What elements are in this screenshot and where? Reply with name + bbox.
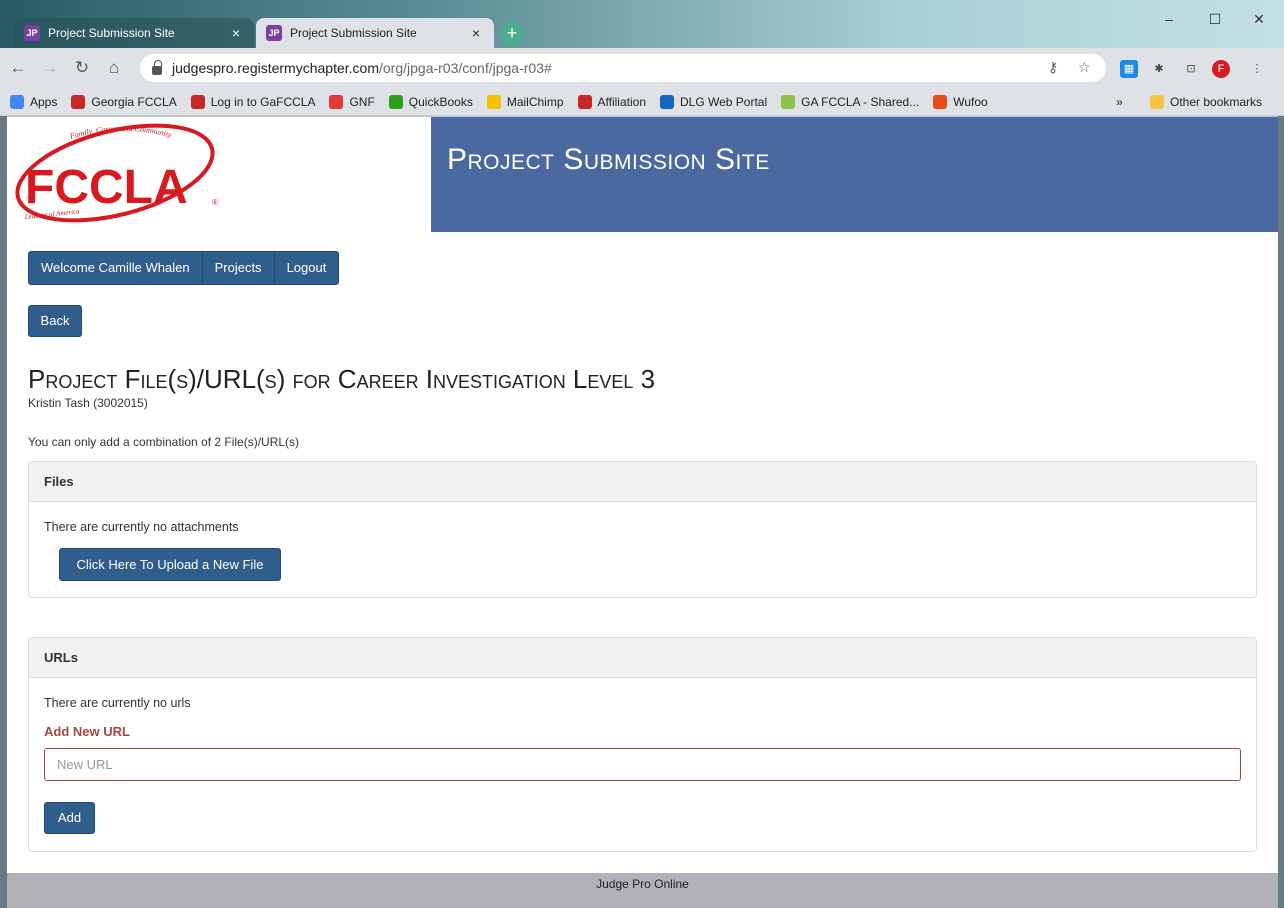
home-icon[interactable]: ⌂ <box>100 58 128 78</box>
bookmark-item[interactable]: Affiliation <box>577 94 646 109</box>
urls-panel-body: There are currently no urls Add New URL … <box>29 678 1256 834</box>
fccla-logo-icon: Family, Career and Community FCCLA Leade… <box>15 123 218 223</box>
tab-title: Project Submission Site <box>48 26 175 40</box>
tab-close-icon[interactable]: × <box>468 25 484 41</box>
fccla-icon <box>71 94 86 109</box>
tab-close-icon[interactable]: × <box>228 25 244 41</box>
bookmark-label: Log in to GaFCCLA <box>210 94 316 109</box>
drive-icon <box>781 94 796 109</box>
bookmark-item[interactable]: MailChimp <box>486 94 564 109</box>
fccla-icon <box>577 94 592 109</box>
url-path: /org/jpga-r03/conf/jpga-r03# <box>379 60 552 76</box>
files-panel: Files There are currently no attachments… <box>28 461 1257 598</box>
limit-note: You can only add a combination of 2 File… <box>28 435 300 449</box>
browser-toolbar: ← → ↻ ⌂ judgespro.registermychapter.com /… <box>0 48 1284 88</box>
wufoo-icon <box>933 94 948 109</box>
files-panel-heading: Files <box>29 462 1256 502</box>
folder-icon <box>1150 95 1164 109</box>
tab-project-submission-2[interactable]: JP Project Submission Site × <box>256 18 494 48</box>
logo-text: FCCLA <box>25 161 188 214</box>
minimize-button[interactable]: – <box>1146 8 1192 32</box>
site-title: Project Submission Site <box>447 143 770 176</box>
bookmark-label: Apps <box>30 94 58 109</box>
cast-icon[interactable]: ⊡ <box>1182 60 1200 78</box>
bookmark-label: GNF <box>349 94 375 109</box>
quickbooks-icon <box>388 94 403 109</box>
bookmark-item[interactable]: GNF <box>329 94 375 109</box>
page-content: Family, Career and Community FCCLA Leade… <box>7 117 1278 874</box>
back-button[interactable]: Back <box>28 305 82 337</box>
close-window-button[interactable]: ✕ <box>1236 8 1282 32</box>
bookmark-item[interactable]: Wufoo <box>933 94 988 109</box>
bookmark-label: GA FCCLA - Shared... <box>801 94 920 109</box>
more-bookmarks-button[interactable]: » <box>1116 88 1123 116</box>
new-url-input[interactable] <box>44 748 1241 781</box>
maximize-button[interactable]: ☐ <box>1192 8 1238 32</box>
bookmark-label: Georgia FCCLA <box>91 94 177 109</box>
no-urls-text: There are currently no urls <box>44 696 191 710</box>
site-favicon-icon: JP <box>24 25 40 41</box>
bookmark-label: QuickBooks <box>408 94 473 109</box>
bookmark-item[interactable]: QuickBooks <box>388 94 473 109</box>
new-tab-button[interactable]: + <box>500 22 524 46</box>
site-favicon-icon: JP <box>266 25 282 41</box>
forward-arrow-icon[interactable]: → <box>36 58 64 78</box>
upload-file-button[interactable]: Click Here To Upload a New File <box>59 548 281 581</box>
extensions-puzzle-icon[interactable]: ✱ <box>1150 60 1168 78</box>
key-icon[interactable]: ⚷ <box>1048 59 1058 76</box>
apps-grid-icon <box>10 94 24 109</box>
bookmark-item[interactable]: Apps <box>10 94 58 109</box>
reload-icon[interactable]: ↻ <box>68 58 96 78</box>
footer: Judge Pro Online <box>7 873 1278 908</box>
menu-kebab-icon[interactable]: ⋮ <box>1248 60 1266 78</box>
nav-welcome[interactable]: Welcome Camille Whalen <box>29 252 203 284</box>
bookmark-item[interactable]: Log in to GaFCCLA <box>190 94 316 109</box>
urls-panel-heading: URLs <box>29 638 1256 678</box>
extension-grid-icon[interactable]: ▦ <box>1120 60 1138 78</box>
page-title: Project File(s)/URL(s) for Career Invest… <box>28 364 656 394</box>
urls-panel: URLs There are currently no urls Add New… <box>28 637 1257 852</box>
add-url-label: Add New URL <box>44 724 130 739</box>
dlg-icon <box>660 94 674 109</box>
header-banner: Project Submission Site <box>431 117 1278 232</box>
background-strip <box>0 116 7 908</box>
bookmark-label: Affiliation <box>597 94 646 109</box>
bookmark-item[interactable]: GA FCCLA - Shared... <box>781 94 920 109</box>
student-name: Kristin Tash (3002015) <box>28 396 148 410</box>
tab-title: Project Submission Site <box>290 26 417 40</box>
other-bookmarks[interactable]: Other bookmarks <box>1150 88 1262 116</box>
bookmarks-bar: Apps Georgia FCCLA Log in to GaFCCLA GNF Qui… <box>0 88 1284 116</box>
browser-titlebar: JP Project Submission Site × JP Project … <box>0 0 1284 48</box>
svg-text:®: ® <box>212 198 218 207</box>
profile-avatar-icon[interactable]: F <box>1212 60 1230 78</box>
bookmark-label: Wufoo <box>953 94 988 109</box>
fccla-logo: Family, Career and Community FCCLA Leade… <box>7 117 431 232</box>
mailchimp-icon <box>486 94 501 109</box>
back-arrow-icon[interactable]: ← <box>4 58 32 78</box>
main-nav: Welcome Camille Whalen Projects Logout <box>28 251 340 285</box>
gnf-icon <box>329 94 344 109</box>
bookmark-item[interactable]: Georgia FCCLA <box>71 94 177 109</box>
url-host: judgespro.registermychapter.com <box>172 60 379 76</box>
star-bookmark-icon[interactable]: ☆ <box>1078 59 1091 76</box>
address-bar[interactable]: judgespro.registermychapter.com/org/jpga… <box>140 54 1106 82</box>
other-bookmarks-label: Other bookmarks <box>1170 95 1263 109</box>
bookmark-label: DLG Web Portal <box>680 94 768 109</box>
nav-logout[interactable]: Logout <box>275 252 339 284</box>
lock-icon <box>152 59 162 75</box>
tab-project-submission-1[interactable]: JP Project Submission Site × <box>14 18 254 48</box>
bookmark-label: MailChimp <box>506 94 564 109</box>
nav-projects[interactable]: Projects <box>203 252 275 284</box>
files-panel-body: There are currently no attachments Click… <box>29 502 1256 581</box>
add-url-button[interactable]: Add <box>44 802 95 834</box>
background-strip <box>1278 116 1284 908</box>
no-attachments-text: There are currently no attachments <box>44 520 239 534</box>
fccla-icon <box>190 94 205 109</box>
bookmark-item[interactable]: DLG Web Portal <box>660 94 768 109</box>
